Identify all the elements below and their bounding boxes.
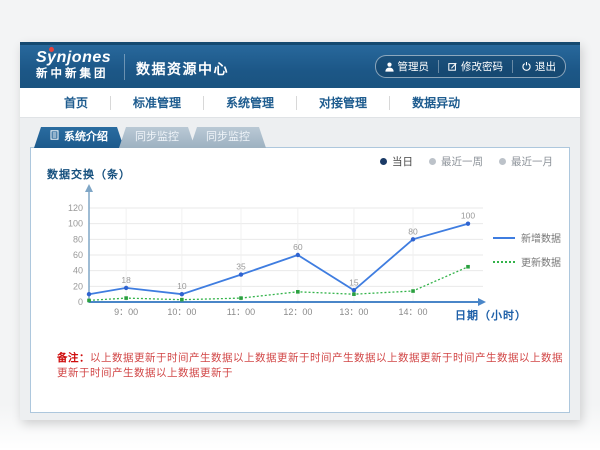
data-point	[466, 221, 470, 225]
series-line-1	[89, 267, 468, 301]
data-point	[124, 286, 128, 290]
user-account-label: 管理员	[398, 59, 430, 74]
y-tick-label: 120	[68, 203, 83, 213]
point-label: 80	[408, 226, 418, 236]
logout-button[interactable]: 退出	[512, 60, 565, 73]
tab-bar: 系统介绍 同步监控 同步监控	[34, 127, 266, 148]
point-label: 15	[349, 277, 359, 287]
tab-system-intro[interactable]: 系统介绍	[34, 127, 124, 148]
nav-item-system-mgmt[interactable]: 系统管理	[203, 96, 296, 110]
x-tick-label: 10：00	[167, 307, 196, 317]
data-point	[87, 292, 91, 296]
user-account-button[interactable]: 管理员	[376, 60, 439, 73]
logo-divider	[124, 54, 125, 80]
point-label: 100	[461, 211, 475, 221]
legend-line-solid-icon	[493, 236, 515, 240]
data-point	[180, 292, 184, 296]
nav-item-home[interactable]: 首页	[42, 96, 110, 110]
data-point	[87, 299, 91, 303]
tab-sync-monitor-1-label: 同步监控	[135, 127, 179, 148]
point-label: 10	[177, 281, 187, 291]
data-point	[124, 296, 128, 300]
legend-new-data-label: 新增数据	[521, 230, 561, 245]
chart-legend: 新增数据 更新数据	[493, 230, 561, 269]
x-tick-label: 11：00	[227, 307, 255, 317]
nav-item-data-change[interactable]: 数据异动	[389, 96, 482, 110]
logout-label: 退出	[535, 59, 556, 74]
data-point	[411, 237, 415, 241]
legend-update-data: 更新数据	[493, 254, 561, 269]
document-icon	[50, 127, 59, 148]
x-tick-label: 9：00	[114, 307, 138, 317]
nav-item-standard-mgmt[interactable]: 标准管理	[110, 96, 203, 110]
x-tick-label: 12：00	[283, 307, 312, 317]
change-password-label: 修改密码	[461, 59, 503, 74]
chart-panel: 当日 最近一周 最近一月 数据交换（条） 日期（小时） 020406080100…	[30, 147, 570, 413]
brand-dot	[49, 47, 54, 52]
y-tick-label: 0	[78, 297, 83, 307]
data-point	[296, 253, 300, 257]
y-tick-label: 60	[73, 250, 83, 260]
data-point	[239, 272, 243, 276]
legend-new-data: 新增数据	[493, 230, 561, 245]
x-tick-label: 13：00	[339, 307, 368, 317]
change-password-button[interactable]: 修改密码	[438, 60, 512, 73]
y-tick-label: 20	[73, 281, 83, 291]
point-label: 60	[293, 242, 303, 252]
main-nav: 首页 标准管理 系统管理 对接管理 数据异动	[20, 88, 580, 118]
data-point	[239, 296, 243, 300]
logo: Synjones 新中新集团	[36, 49, 111, 81]
legend-line-dotted-icon	[493, 260, 515, 264]
tab-system-intro-label: 系统介绍	[64, 127, 108, 148]
point-label: 18	[121, 275, 131, 285]
y-tick-label: 100	[68, 219, 83, 229]
x-tick-label: 14：00	[399, 307, 428, 317]
footnote-prefix: 备注：	[57, 352, 90, 364]
user-icon	[385, 62, 394, 72]
data-point	[296, 290, 300, 294]
edit-icon	[448, 62, 457, 71]
header: Synjones 新中新集团 数据资源中心 管理员 修改密码	[20, 42, 580, 88]
tab-sync-monitor-2[interactable]: 同步监控	[190, 127, 266, 148]
legend-update-data-label: 更新数据	[521, 254, 561, 269]
data-point	[352, 288, 356, 292]
y-tick-label: 40	[73, 266, 83, 276]
company-name: 新中新集团	[36, 67, 111, 81]
data-point	[180, 298, 184, 302]
tab-sync-monitor-2-label: 同步监控	[206, 127, 250, 148]
app-window: Synjones 新中新集团 数据资源中心 管理员 修改密码	[20, 42, 580, 420]
point-label: 35	[236, 262, 246, 272]
power-icon	[522, 62, 531, 71]
brand-name: Synjones	[36, 49, 111, 67]
line-chart-svg: 0 20 40 60 80 100 120 9：00 10：00 11：00 12：00 13：00 1…	[31, 148, 569, 333]
y-axis-arrow	[85, 184, 93, 192]
y-tick-label: 80	[73, 234, 83, 244]
tab-sync-monitor-1[interactable]: 同步监控	[119, 127, 195, 148]
page-title: 数据资源中心	[136, 59, 229, 79]
footnote-body: 以上数据更新于时间产生数据以上数据更新于时间产生数据以上数据更新于时间产生数据以…	[57, 352, 563, 379]
data-point	[411, 289, 415, 293]
data-point	[352, 292, 356, 296]
data-point	[466, 265, 470, 269]
x-axis-arrow	[478, 298, 486, 306]
footnote: 备注：以上数据更新于时间产生数据以上数据更新于时间产生数据以上数据更新于时间产生…	[57, 350, 569, 380]
nav-item-integration-mgmt[interactable]: 对接管理	[296, 96, 389, 110]
user-menu: 管理员 修改密码 退出	[375, 55, 567, 78]
content-area: 系统介绍 同步监控 同步监控 当日 最近一周	[20, 118, 580, 420]
